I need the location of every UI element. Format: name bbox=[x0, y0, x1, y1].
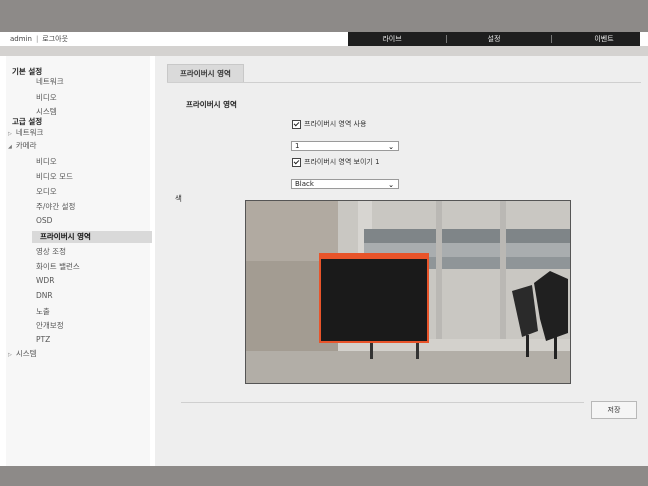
save-button[interactable]: 저장 bbox=[591, 401, 637, 419]
sidebar-item-audio[interactable]: 오디오 bbox=[36, 186, 57, 197]
section-title: 프라이버시 영역 bbox=[186, 100, 237, 109]
nav-live[interactable]: 라이브 bbox=[382, 34, 401, 44]
sidebar-item-exposure[interactable]: 노출 bbox=[36, 306, 50, 317]
zone-select[interactable]: 1 ⌄ bbox=[291, 141, 399, 151]
sidebar-item-system-label: 시스템 bbox=[15, 349, 37, 358]
nav-events[interactable]: 이벤트 bbox=[594, 34, 613, 44]
logout-link[interactable]: 로그아웃 bbox=[42, 35, 68, 43]
sidebar-item-wdr[interactable]: WDR bbox=[36, 276, 54, 285]
user-name: admin bbox=[10, 35, 32, 43]
color-select[interactable]: Black ⌄ bbox=[291, 179, 399, 189]
sidebar-item-osd[interactable]: OSD bbox=[36, 216, 52, 225]
sidebar-item-dnr[interactable]: DNR bbox=[36, 291, 53, 300]
video-frame bbox=[246, 201, 570, 383]
sidebar-item-day-night[interactable]: 주/야간 설정 bbox=[36, 201, 75, 212]
sidebar: 기본 설정 네트워크 비디오 시스템 고급 설정 ▷ 네트워크 ◢ 카메라 비디오 … bbox=[6, 56, 152, 466]
sidebar-item-video[interactable]: 비디오 bbox=[36, 156, 57, 167]
sidebar-heading-advanced: 고급 설정 bbox=[12, 117, 43, 126]
sidebar-item-system[interactable]: ▷ 시스템 bbox=[8, 348, 37, 359]
chevron-right-icon: ▷ bbox=[8, 131, 12, 137]
sidebar-item-image-adjust[interactable]: 영상 조정 bbox=[36, 246, 66, 257]
sidebar-item-privacy-zone[interactable]: 프라이버시 영역 bbox=[32, 231, 152, 243]
sidebar-item-basic-network[interactable]: 네트워크 bbox=[36, 76, 64, 87]
chevron-down-icon: ◢ bbox=[8, 144, 12, 150]
sidebar-item-defog[interactable]: 안개보정 bbox=[36, 320, 64, 331]
main-nav: 라이브 설정 이벤트 bbox=[348, 32, 640, 46]
chevron-down-icon: ⌄ bbox=[388, 181, 394, 189]
user-separator: | bbox=[35, 35, 39, 43]
checkbox-checked-icon bbox=[292, 157, 301, 167]
sidebar-item-network-label: 네트워크 bbox=[15, 128, 44, 137]
zone-select-value: 1 bbox=[295, 142, 300, 150]
enable-privacy-label: 프라이버시 영역 사용 bbox=[304, 120, 367, 128]
chevron-right-icon: ▷ bbox=[8, 352, 12, 358]
header-bar: admin | 로그아웃 라이브 설정 이벤트 bbox=[0, 32, 648, 46]
sidebar-item-camera[interactable]: ◢ 카메라 bbox=[8, 140, 37, 151]
privacy-mask-titlebar bbox=[320, 254, 428, 259]
chevron-down-icon: ⌄ bbox=[388, 143, 394, 151]
sidebar-item-network[interactable]: ▷ 네트워크 bbox=[8, 127, 43, 138]
top-band bbox=[0, 0, 648, 32]
header-divider bbox=[0, 46, 648, 56]
sidebar-item-camera-label: 카메라 bbox=[15, 141, 37, 150]
show-zone-checkbox[interactable]: 프라이버시 영역 보이기 1 bbox=[292, 157, 380, 167]
tab-underline bbox=[167, 82, 641, 83]
tab-privacy-zone[interactable]: 프라이버시 영역 bbox=[167, 64, 244, 83]
enable-privacy-checkbox[interactable]: 프라이버시 영역 사용 bbox=[292, 119, 366, 129]
main-content: 프라이버시 영역 프라이버시 영역 프라이버시 영역 사용 1 ⌄ 프라이버시 … bbox=[155, 56, 648, 466]
sidebar-item-white-balance[interactable]: 화이트 밸런스 bbox=[36, 261, 80, 272]
video-preview[interactable] bbox=[245, 200, 571, 384]
color-select-value: Black bbox=[295, 180, 314, 188]
show-zone-label: 프라이버시 영역 보이기 1 bbox=[304, 158, 380, 166]
sidebar-item-ptz[interactable]: PTZ bbox=[36, 335, 50, 344]
nav-settings[interactable]: 설정 bbox=[488, 34, 501, 44]
color-label: 색 bbox=[175, 194, 182, 203]
nav-separator bbox=[446, 35, 447, 43]
nav-separator bbox=[551, 35, 552, 43]
checkbox-checked-icon bbox=[292, 119, 301, 129]
privacy-mask-box[interactable] bbox=[319, 253, 429, 343]
user-info: admin | 로그아웃 bbox=[10, 34, 68, 44]
sidebar-item-basic-video[interactable]: 비디오 bbox=[36, 92, 57, 103]
footer-band bbox=[0, 466, 648, 486]
sidebar-item-video-mode[interactable]: 비디오 모드 bbox=[36, 171, 73, 182]
content-divider bbox=[181, 402, 584, 403]
